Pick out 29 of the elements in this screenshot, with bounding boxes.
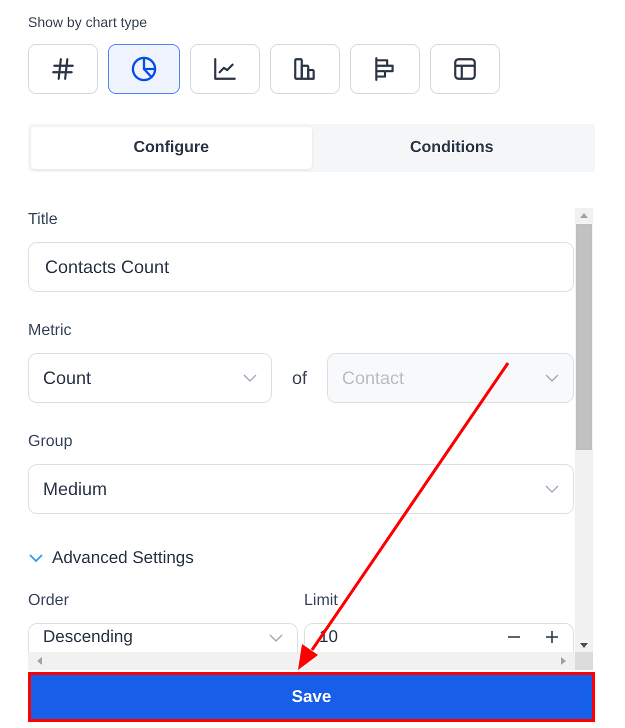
field-label: Title	[28, 210, 59, 230]
line-chart-icon	[212, 56, 238, 82]
plus-icon[interactable]	[545, 630, 559, 644]
connector-text: of	[292, 368, 308, 388]
section-toggle[interactable]: Advanced Settings	[52, 548, 194, 568]
title-field[interactable]: Contacts Count	[28, 242, 574, 292]
chart-type-button[interactable]	[108, 44, 180, 94]
section-label: Show by chart type	[28, 13, 148, 31]
group-select[interactable]: Medium	[28, 464, 574, 514]
tab[interactable]: Conditions	[312, 127, 592, 169]
chevron-down-icon	[269, 634, 283, 642]
table-icon	[452, 56, 478, 82]
chevron-down-icon	[545, 485, 559, 493]
vertical-scrollbar[interactable]	[575, 208, 593, 652]
chevron-down-icon	[243, 374, 257, 382]
pie-chart-icon	[130, 55, 158, 83]
aggregate-select[interactable]: Count	[28, 353, 272, 403]
order-select[interactable]: Descending	[28, 623, 298, 652]
tab[interactable]: Configure	[31, 127, 312, 169]
field-label: Group	[28, 432, 74, 452]
chevron-down-icon	[545, 374, 559, 382]
scrollbar-corner	[575, 652, 593, 670]
field-label: Metric	[28, 321, 73, 341]
hash-icon	[50, 56, 76, 82]
save-button[interactable]: Save	[28, 672, 595, 722]
field-label: Order	[28, 591, 70, 611]
field-label: Limit	[304, 591, 339, 611]
column-chart-icon	[292, 56, 318, 82]
scroll-down-icon[interactable]	[580, 643, 588, 648]
